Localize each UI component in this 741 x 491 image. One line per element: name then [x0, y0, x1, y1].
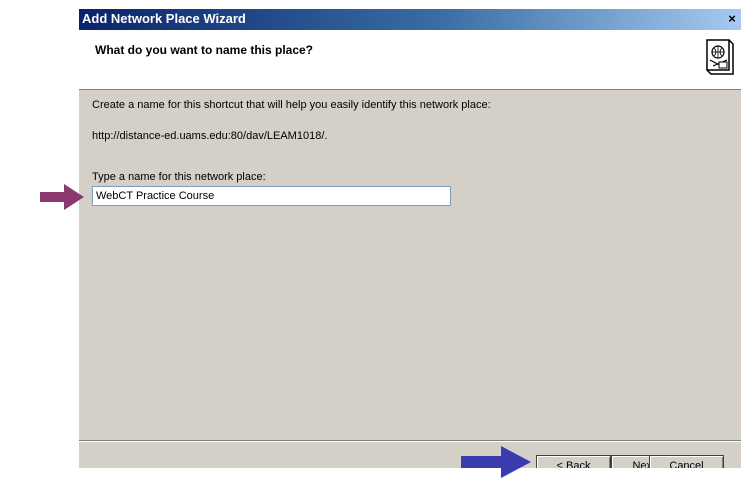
back-button[interactable]: < Back — [536, 455, 611, 468]
input-pointer-arrow — [40, 184, 84, 210]
next-pointer-arrow — [461, 446, 531, 478]
wizard-header: What do you want to name this place? — [79, 30, 741, 90]
name-field-label: Type a name for this network place: — [92, 171, 266, 183]
cancel-button[interactable]: Cancel — [649, 455, 724, 468]
page-title: What do you want to name this place? — [95, 43, 314, 57]
title-bar[interactable]: Add Network Place Wizard × — [79, 9, 741, 30]
network-place-name-input[interactable] — [92, 186, 451, 206]
window-title: Add Network Place Wizard — [82, 11, 246, 26]
wizard-window: Add Network Place Wizard × What do you w… — [79, 9, 741, 468]
footer-divider — [79, 440, 741, 442]
network-place-icon — [706, 39, 734, 75]
instruction-text: Create a name for this shortcut that wil… — [92, 99, 491, 111]
network-address-text: http://distance-ed.uams.edu:80/dav/LEAM1… — [92, 130, 328, 142]
close-icon[interactable]: × — [724, 11, 740, 27]
